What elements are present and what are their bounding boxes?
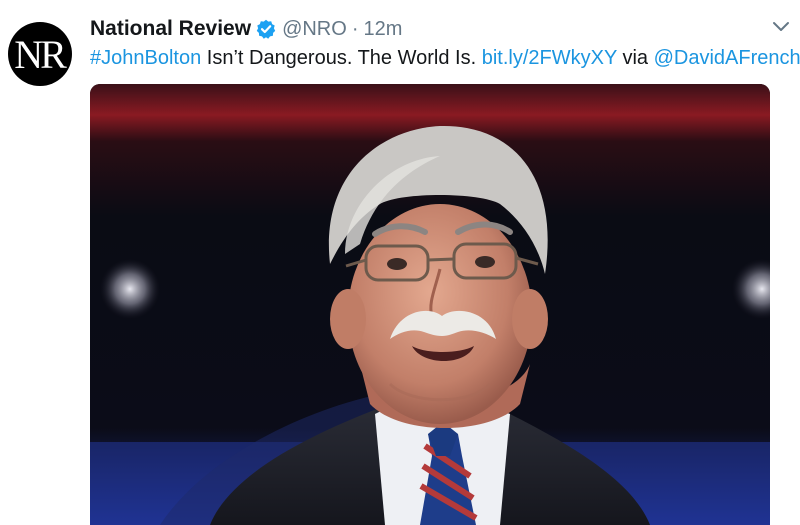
hashtag-link[interactable]: #JohnBolton — [90, 47, 201, 69]
tweet-body-text: Isn’t Dangerous. The World Is. — [201, 47, 482, 69]
handle[interactable]: @NRO — [282, 18, 347, 41]
time-separator: · — [351, 17, 359, 40]
tweet-card[interactable]: NR National Review @NRO · 12m #JohnBolto… — [0, 0, 800, 525]
chevron-down-icon[interactable] — [772, 20, 790, 34]
verified-badge-icon — [256, 19, 276, 39]
via-text: via — [616, 47, 654, 69]
mention-link[interactable]: @DavidAFrench — [654, 47, 800, 69]
avatar-logo-text: NR — [14, 32, 67, 77]
tweet-header: National Review @NRO · 12m — [90, 14, 402, 44]
tweet-text: #JohnBolton Isn’t Dangerous. The World I… — [90, 46, 800, 70]
timestamp[interactable]: 12m — [363, 18, 402, 41]
display-name[interactable]: National Review — [90, 17, 251, 41]
url-link[interactable]: bit.ly/2FWkyXY — [482, 47, 617, 69]
tweet-photo[interactable] — [90, 84, 770, 525]
avatar[interactable]: NR — [8, 22, 72, 86]
